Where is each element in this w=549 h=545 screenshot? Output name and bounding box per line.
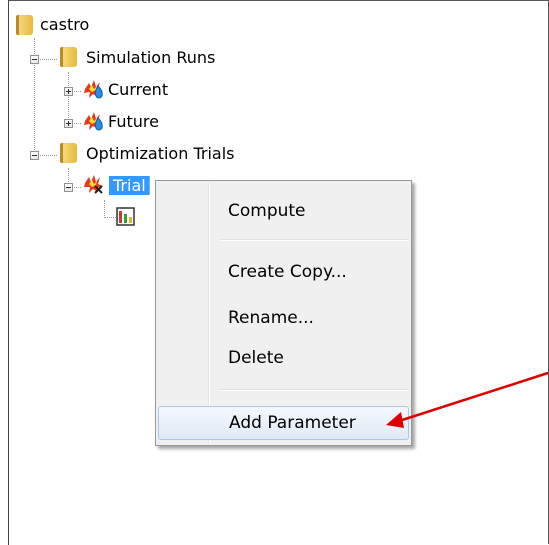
optimization-trial-icon [84, 175, 103, 194]
folder-icon [60, 141, 80, 163]
menu-item-label: Compute [228, 201, 306, 221]
collapse-icon[interactable] [64, 183, 73, 192]
collapse-icon[interactable] [30, 55, 39, 64]
simulation-run-icon [84, 112, 103, 131]
tree-line [104, 217, 116, 218]
folder-icon [60, 45, 80, 67]
menu-item-label: Delete [228, 348, 284, 368]
menu-item-label: Create Copy... [228, 262, 347, 282]
tree-item-future[interactable]: Future [108, 108, 159, 134]
tree-item-castro[interactable]: castro [40, 11, 89, 37]
expand-icon[interactable] [64, 87, 73, 96]
context-menu: Compute Create Copy... Rename... Delete … [155, 180, 412, 446]
menu-separator [220, 239, 409, 241]
tree-line [68, 72, 69, 124]
menu-separator [220, 389, 409, 391]
tree-line [104, 200, 105, 218]
tree-item-label: castro [40, 14, 90, 34]
menu-item-rename[interactable]: Rename... [158, 301, 409, 335]
menu-item-label: Rename... [228, 308, 314, 328]
tree-item-label: Simulation Runs [86, 47, 216, 67]
table-chart-icon [116, 207, 135, 226]
folder-icon [16, 13, 36, 35]
menu-item-create-copy[interactable]: Create Copy... [158, 255, 409, 289]
tree-item-simulation-runs[interactable]: Simulation Runs [86, 44, 215, 70]
menu-item-delete[interactable]: Delete [158, 341, 409, 375]
tree-item-current[interactable]: Current [108, 76, 168, 102]
menu-item-add-parameter[interactable]: Add Parameter [158, 406, 409, 440]
tree-item-label: Future [108, 111, 159, 131]
simulation-run-icon [84, 80, 103, 99]
menu-item-label: Add Parameter [229, 413, 356, 433]
tree-item-label: Optimization Trials [86, 143, 235, 163]
expand-icon[interactable] [64, 119, 73, 128]
tree-item-optimization-trials[interactable]: Optimization Trials [86, 140, 234, 166]
collapse-icon[interactable] [30, 151, 39, 160]
tree-item-trial[interactable]: Trial [107, 172, 150, 198]
menu-item-compute[interactable]: Compute [158, 194, 409, 228]
tree-item-label: Current [108, 79, 169, 99]
tree-item-label: Trial [109, 175, 150, 195]
